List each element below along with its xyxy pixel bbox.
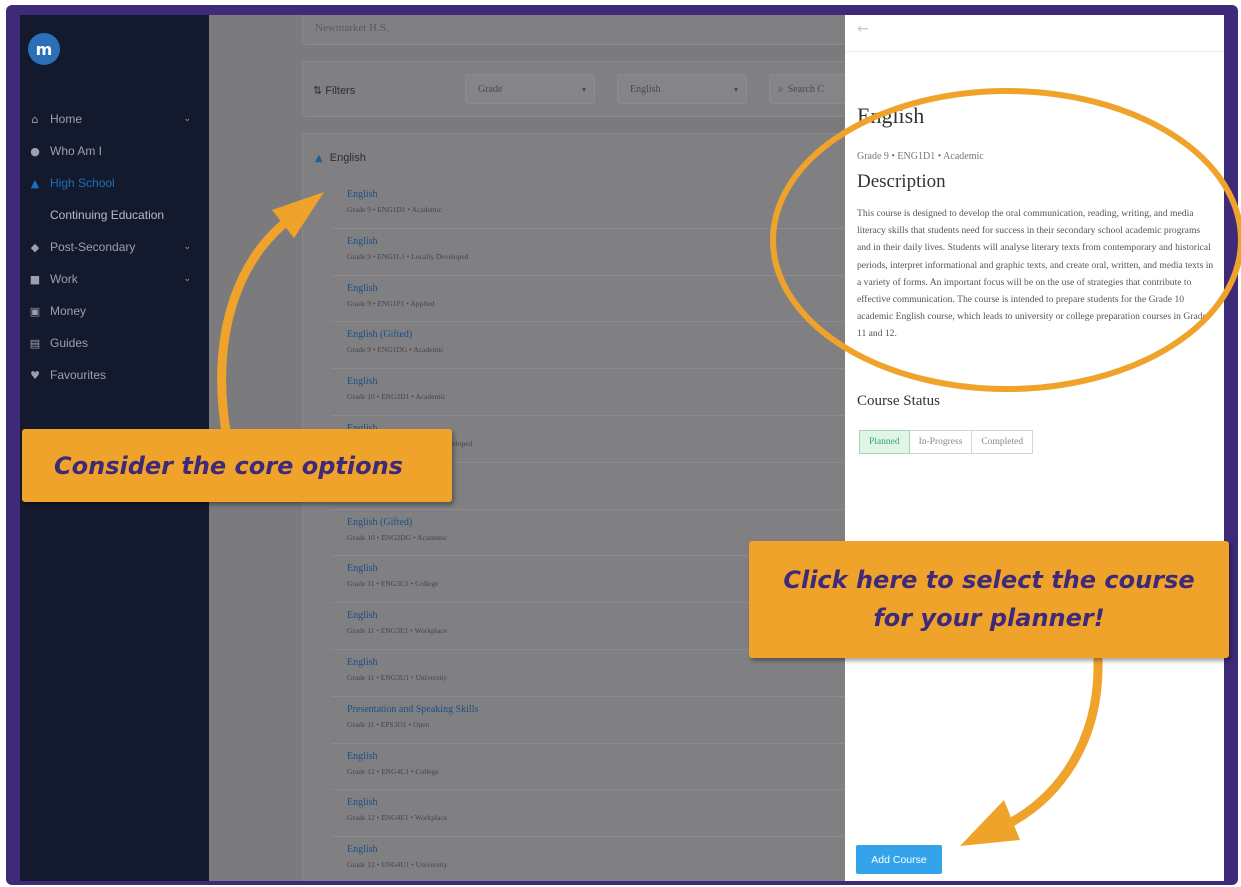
sidebar-item-home[interactable]: ⌂ Home ⌄ (20, 103, 209, 135)
filters-bar: ⇅ Filters Grade ▾ English ▾ ⌕ Search C (302, 61, 869, 117)
sidebar-item-who-am-i[interactable]: ● Who Am I (20, 135, 209, 167)
money-icon: ▣ (29, 304, 41, 318)
course-status-toggle: Planned In-Progress Completed (859, 430, 1034, 454)
course-row[interactable]: English (Gifted) Grade 9 • ENG1DG • Acade… (331, 322, 861, 370)
school-card: Newmarket H.S. (302, 15, 862, 45)
book-icon: ▤ (29, 336, 41, 350)
sidebar-item-label: Post-Secondary (50, 240, 136, 254)
course-row[interactable]: Presentation and Speaking Skills Grade 11… (331, 697, 861, 744)
app-logo[interactable]: m (28, 33, 60, 65)
course-title: English (857, 103, 925, 128)
grade-select[interactable]: Grade ▾ (465, 74, 595, 104)
course-row-meta: Grade 12 • ENG4U1 • University (347, 860, 448, 870)
grade-select-value: Grade (478, 83, 503, 95)
callout-select-course-line1: Click here to select the course (783, 566, 1195, 594)
chevron-down-icon: ⌄ (183, 114, 191, 124)
add-course-button[interactable]: Add Course (856, 845, 942, 874)
course-row-name[interactable]: English (Gifted) (347, 517, 861, 528)
course-row-name[interactable]: English (347, 236, 861, 247)
school-name: Newmarket H.S. (315, 22, 389, 34)
school-icon: ▲ (30, 176, 40, 190)
sidebar-item-work[interactable]: ■ Work ⌄ (20, 263, 209, 295)
sidebar-item-label: Favourites (50, 368, 107, 382)
subject-select[interactable]: English ▾ (617, 74, 747, 104)
callout-select-course: Click here to select the course for your… (749, 541, 1229, 658)
caret-down-icon: ▾ (733, 84, 738, 94)
course-row-meta: Grade 9 • ENG1L1 • Locally Developed (347, 251, 469, 261)
course-row-name[interactable]: English (347, 376, 861, 387)
chevron-down-icon: ⌄ (183, 274, 191, 284)
course-row-meta: Grade 11 • ENG3U1 • University (347, 672, 448, 682)
status-in-progress-button[interactable]: In-Progress (909, 430, 973, 454)
course-row-meta: Grade 11 • EPS3O1 • Open (347, 719, 430, 729)
course-group-title: English (329, 152, 366, 164)
course-row-name[interactable]: English (347, 283, 861, 294)
caret-down-icon: ▾ (581, 84, 586, 94)
sidebar-item-high-school[interactable]: ▲ High School (20, 167, 209, 199)
panel-divider (845, 51, 1224, 52)
sidebar-item-label: Money (50, 304, 87, 318)
search-icon: ⌕ (778, 83, 784, 95)
course-list: English Grade 9 • ENG1D1 • Academic Englis… (331, 182, 861, 881)
status-completed-button[interactable]: Completed (972, 430, 1034, 454)
course-row-name[interactable]: English (Gifted) (347, 329, 861, 340)
description-heading: Description (857, 171, 946, 192)
course-detail-panel: ← English Grade 9 • ENG1D1 • Academic De… (845, 15, 1224, 881)
course-row-meta: Grade 9 • ENG1D1 • Academic (347, 205, 443, 214)
course-row[interactable]: English Grade 12 • ENG4U1 • University (331, 837, 861, 881)
briefcase-icon: ■ (29, 272, 41, 286)
course-meta: Grade 9 • ENG1D1 • Academic (857, 151, 984, 162)
user-circle-icon: ● (30, 144, 40, 158)
sidebar-item-guides[interactable]: ▤ Guides (20, 327, 209, 359)
status-planned-button[interactable]: Planned (859, 430, 910, 454)
course-list-card: ▲ English English Grade 9 • ENG1D1 • Acad… (302, 133, 862, 881)
course-row[interactable]: English Grade 10 • ENG2D1 • Academic (331, 369, 861, 416)
course-row-name[interactable]: Presentation and Speaking Skills (347, 704, 861, 715)
sidebar-item-label: High School (50, 176, 115, 190)
chevron-down-icon: ⌄ (183, 242, 191, 252)
course-row[interactable]: English Grade 9 • ENG1D1 • Academic (331, 182, 861, 229)
course-row-name[interactable]: English (347, 657, 861, 668)
sidebar-item-money[interactable]: ▣ Money (20, 295, 209, 327)
search-placeholder: Search C (787, 83, 824, 95)
chevron-up-icon: ▲ (315, 153, 323, 164)
sidebar-item-favourites[interactable]: ♥ Favourites (20, 359, 209, 391)
heart-icon: ♥ (30, 368, 40, 382)
sidebar-item-post-secondary[interactable]: ◆ Post-Secondary ⌄ (20, 231, 209, 263)
callout-core-options-text: Consider the core options (54, 451, 403, 480)
course-row-name[interactable]: English (347, 751, 861, 762)
back-arrow-icon[interactable]: ← (857, 21, 869, 37)
course-row[interactable]: English Grade 12 • ENG4C1 • College (331, 744, 861, 791)
course-row-meta: Grade 9 • ENG1DG • Academic (347, 345, 444, 355)
course-row[interactable]: English Grade 12 • ENG4E1 • Workplace (331, 790, 861, 838)
sidebar-item-label: Guides (50, 336, 89, 350)
sidebar-item-label: Continuing Education (50, 208, 165, 222)
sidebar-item-label: Work (50, 272, 78, 286)
course-group-header[interactable]: ▲ English (315, 152, 366, 164)
sidebar-item-continuing-education[interactable]: Continuing Education (20, 199, 209, 231)
course-row-meta: Grade 12 • ENG4C1 • College (347, 766, 439, 776)
course-row-meta: Grade 12 • ENG4E1 • Workplace (347, 813, 448, 823)
course-row-name[interactable]: English (347, 797, 861, 808)
course-row-meta: Grade 10 • ENG2D1 • Academic (347, 392, 446, 402)
sidebar-nav: ⌂ Home ⌄ ● Who Am I ▲ High School Contin… (20, 103, 209, 391)
callout-core-options: Consider the core options (22, 429, 452, 502)
sidebar-item-label: Who Am I (50, 144, 103, 158)
course-row-meta: Grade 9 • ENG1P1 • Applied (347, 298, 435, 308)
callout-select-course-line2: for your planner! (873, 604, 1105, 632)
course-description: This course is designed to develop the o… (857, 208, 1214, 340)
home-icon: ⌂ (31, 112, 39, 126)
course-row[interactable]: English Grade 9 • ENG1P1 • Applied (331, 276, 861, 323)
course-row-name[interactable]: English (347, 844, 861, 855)
course-status-heading: Course Status (857, 393, 940, 409)
graduation-cap-icon: ◆ (30, 240, 40, 254)
subject-select-value: English (630, 83, 661, 95)
course-row-name[interactable]: English (347, 189, 861, 200)
course-row[interactable]: English Grade 9 • ENG1L1 • Locally Develo… (331, 229, 861, 276)
filters-label[interactable]: ⇅ Filters (313, 84, 355, 97)
sidebar-item-label: Home (50, 112, 83, 126)
